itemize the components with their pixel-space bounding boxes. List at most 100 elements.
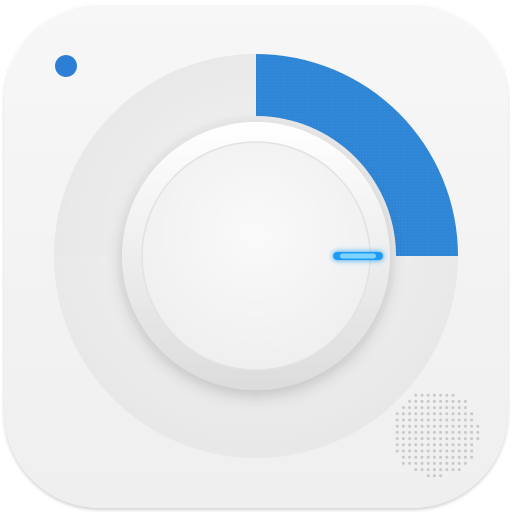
speaker-hole xyxy=(420,449,424,453)
speaker-hole xyxy=(451,418,455,422)
speaker-hole xyxy=(463,443,467,447)
speaker-hole xyxy=(439,393,443,397)
speaker-hole xyxy=(426,437,430,441)
speaker-hole xyxy=(476,437,480,441)
speaker-hole xyxy=(432,424,436,428)
speaker-hole xyxy=(408,406,412,410)
speaker-hole xyxy=(408,430,412,434)
speaker-hole xyxy=(401,461,405,465)
speaker-hole xyxy=(445,424,449,428)
speaker-hole xyxy=(457,412,461,416)
speaker-hole xyxy=(420,424,424,428)
app-icon[interactable] xyxy=(0,0,512,512)
speaker-hole xyxy=(414,406,418,410)
speaker-hole xyxy=(414,468,418,472)
speaker-hole xyxy=(401,406,405,410)
speaker-hole xyxy=(451,455,455,459)
speaker-hole xyxy=(463,406,467,410)
speaker-hole xyxy=(463,461,467,465)
speaker-hole xyxy=(451,424,455,428)
speaker-hole xyxy=(420,443,424,447)
speaker-hole xyxy=(432,449,436,453)
speaker-grille-icon xyxy=(395,393,480,478)
speaker-hole xyxy=(414,443,418,447)
speaker-hole xyxy=(445,455,449,459)
speaker-hole xyxy=(401,430,405,434)
speaker-hole xyxy=(432,443,436,447)
speaker-hole xyxy=(401,449,405,453)
speaker-hole xyxy=(463,418,467,422)
speaker-hole xyxy=(432,399,436,403)
speaker-hole xyxy=(457,461,461,465)
speaker-hole xyxy=(463,412,467,416)
speaker-hole xyxy=(445,393,449,397)
speaker-hole xyxy=(426,461,430,465)
speaker-hole xyxy=(451,430,455,434)
speaker-hole xyxy=(451,406,455,410)
indicator-led xyxy=(333,252,383,260)
speaker-hole xyxy=(432,437,436,441)
speaker-hole xyxy=(457,418,461,422)
speaker-hole xyxy=(420,461,424,465)
speaker-hole xyxy=(414,455,418,459)
speaker-hole xyxy=(401,437,405,441)
speaker-hole xyxy=(432,430,436,434)
speaker-hole xyxy=(457,449,461,453)
speaker-hole xyxy=(420,406,424,410)
speaker-hole xyxy=(395,424,399,428)
speaker-hole xyxy=(426,406,430,410)
speaker-hole xyxy=(395,443,399,447)
speaker-hole xyxy=(445,430,449,434)
speaker-hole xyxy=(445,406,449,410)
speaker-hole xyxy=(457,406,461,410)
speaker-hole xyxy=(401,424,405,428)
speaker-hole xyxy=(457,399,461,403)
speaker-hole xyxy=(439,468,443,472)
speaker-hole xyxy=(408,399,412,403)
speaker-hole xyxy=(451,468,455,472)
speaker-hole xyxy=(432,468,436,472)
speaker-hole xyxy=(439,437,443,441)
speaker-hole xyxy=(414,430,418,434)
speaker-hole xyxy=(426,412,430,416)
speaker-hole xyxy=(470,449,474,453)
speaker-hole xyxy=(401,443,405,447)
speaker-hole xyxy=(476,424,480,428)
speaker-hole xyxy=(457,424,461,428)
speaker-hole xyxy=(457,437,461,441)
speaker-hole xyxy=(476,430,480,434)
speaker-hole xyxy=(420,412,424,416)
speaker-hole xyxy=(451,399,455,403)
speaker-hole xyxy=(401,418,405,422)
speaker-hole xyxy=(432,474,436,478)
speaker-hole xyxy=(420,393,424,397)
speaker-hole xyxy=(408,461,412,465)
speaker-hole xyxy=(401,412,405,416)
speaker-hole xyxy=(470,424,474,428)
speaker-hole xyxy=(408,412,412,416)
speaker-hole xyxy=(445,412,449,416)
speaker-hole xyxy=(445,399,449,403)
speaker-hole xyxy=(420,418,424,422)
speaker-hole xyxy=(470,455,474,459)
speaker-hole xyxy=(432,455,436,459)
speaker-hole xyxy=(426,418,430,422)
speaker-hole xyxy=(408,455,412,459)
speaker-hole xyxy=(426,443,430,447)
speaker-hole xyxy=(445,437,449,441)
status-dot xyxy=(55,55,77,77)
speaker-hole xyxy=(445,418,449,422)
speaker-hole xyxy=(408,443,412,447)
speaker-hole xyxy=(463,430,467,434)
speaker-hole xyxy=(457,443,461,447)
speaker-hole xyxy=(426,449,430,453)
speaker-hole xyxy=(445,468,449,472)
speaker-hole xyxy=(414,461,418,465)
speaker-hole xyxy=(426,399,430,403)
speaker-hole xyxy=(439,399,443,403)
speaker-hole xyxy=(439,424,443,428)
speaker-hole xyxy=(414,424,418,428)
speaker-hole xyxy=(439,461,443,465)
speaker-hole xyxy=(414,393,418,397)
speaker-hole xyxy=(420,468,424,472)
